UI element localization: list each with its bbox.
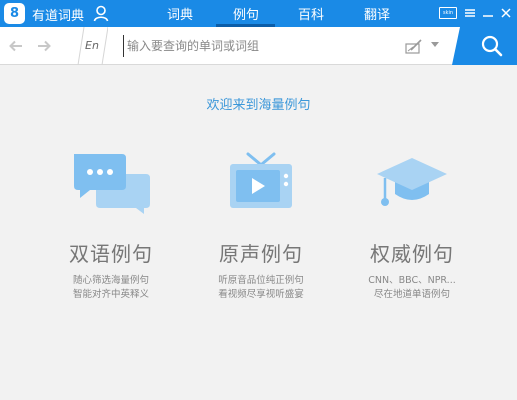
feature-desc-line1: CNN、BBC、NPR...	[368, 275, 456, 286]
youdao-logo: 8	[4, 3, 25, 24]
user-icon[interactable]	[93, 5, 109, 22]
search-bar: En	[0, 27, 517, 65]
menu-icon[interactable]	[463, 4, 477, 20]
close-icon[interactable]	[499, 4, 513, 20]
feature-title: 双语例句	[69, 242, 153, 266]
forward-arrow-icon[interactable]	[36, 38, 52, 54]
minimize-icon[interactable]	[481, 4, 495, 20]
logo-glyph: 8	[9, 6, 20, 21]
feature-original-audio: 原声例句 听原音品位纯正例句 看视频尽享视听盛宴	[186, 150, 336, 302]
feature-bilingual: 双语例句 随心筛选海量例句 智能对齐中英释义	[36, 150, 186, 302]
language-selector[interactable]: En	[85, 39, 99, 52]
tab-dictionary[interactable]: 词典	[167, 4, 193, 23]
back-arrow-icon[interactable]	[8, 38, 24, 54]
tab-examples[interactable]: 例句	[233, 4, 259, 23]
search-input[interactable]	[123, 35, 393, 57]
chevron-down-icon[interactable]	[431, 42, 439, 48]
chat-bubbles-icon	[74, 154, 150, 214]
feature-desc-line2: 尽在地道单语例句	[373, 289, 450, 300]
feature-desc-line1: 听原音品位纯正例句	[218, 275, 304, 286]
app-title: 有道词典	[32, 9, 85, 24]
feature-title: 原声例句	[219, 242, 303, 266]
skin-button[interactable]: skin	[439, 7, 457, 19]
feature-desc-line2: 看视频尽享视听盛宴	[218, 289, 304, 300]
feature-authoritative: 权威例句 CNN、BBC、NPR... 尽在地道单语例句	[337, 150, 487, 302]
graduation-cap-icon	[377, 158, 447, 206]
title-bar: 8 有道词典 词典 例句 百科 翻译 skin	[0, 0, 517, 27]
tab-encyclopedia[interactable]: 百科	[298, 4, 324, 23]
feature-desc-line1: 随心筛选海量例句	[72, 275, 149, 286]
feature-desc-line2: 智能对齐中英释义	[72, 289, 149, 300]
tv-play-icon	[230, 152, 292, 208]
feature-title: 权威例句	[370, 242, 454, 266]
tab-translate[interactable]: 翻译	[364, 4, 390, 23]
welcome-heading: 欢迎来到海量例句	[206, 98, 311, 113]
handwriting-icon[interactable]	[405, 38, 423, 54]
search-button[interactable]	[452, 27, 517, 65]
